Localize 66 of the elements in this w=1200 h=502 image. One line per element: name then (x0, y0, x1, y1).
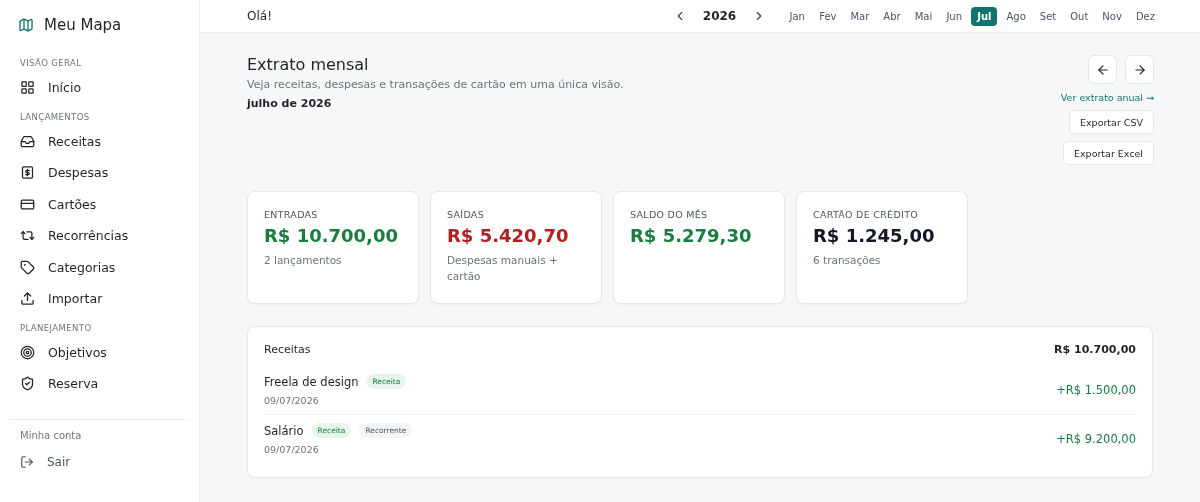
sidebar-item[interactable]: Receitas (10, 125, 111, 157)
month-tab[interactable]: Nov (1097, 6, 1127, 26)
logout-button[interactable]: Sair (10, 446, 81, 478)
card-label: SAÍDAS (447, 209, 485, 220)
sidebar-item[interactable]: Início (10, 72, 92, 104)
greeting: Olá! (247, 9, 272, 23)
sidebar-section-heading: LANÇAMENTOS (19, 111, 91, 122)
sidebar-section-heading: PLANEJAMENTO (19, 322, 93, 333)
page-title: Extrato mensal (247, 55, 370, 74)
month-tab[interactable]: Ago (1001, 6, 1031, 26)
export-button[interactable]: Exportar CSV (1069, 110, 1154, 134)
page-subtitle: Veja receitas, despesas e transações de cartão em uma única visão. (247, 78, 624, 91)
transaction-name: Salário (264, 423, 304, 438)
app-name: Meu Mapa (44, 16, 122, 34)
transaction-name: Freela de design (264, 374, 359, 389)
month-tab[interactable]: Jul (971, 6, 998, 26)
card-note: Despesas manuais + cartão (447, 253, 559, 284)
year: 2026 (702, 9, 737, 23)
shield-icon (20, 376, 35, 392)
transaction-date: 09/07/2026 (264, 444, 320, 455)
card-label: SALDO DO MÊS (630, 209, 709, 220)
transaction-amount: +R$ 1.500,00 (1056, 383, 1136, 397)
card-note: 2 lançamentos (264, 253, 343, 268)
sidebar-item[interactable]: Cartões (10, 188, 107, 220)
section-total: R$ 10.700,00 (1054, 343, 1136, 356)
card-value: R$ 1.245,00 (813, 225, 936, 246)
target-icon (20, 344, 35, 360)
card-note: 6 transações (813, 253, 882, 268)
transaction-date: 09/07/2026 (264, 395, 320, 406)
sidebar-item[interactable]: Recorrências (10, 220, 139, 252)
month-tab[interactable]: Mai (909, 6, 938, 26)
credit-card-icon (20, 196, 35, 212)
next-month-button[interactable] (1125, 55, 1154, 84)
month-tab[interactable]: Out (1065, 6, 1094, 26)
dollar-icon (20, 165, 35, 181)
sidebar-item[interactable]: Importar (10, 283, 113, 315)
previous-month-button[interactable] (1088, 55, 1117, 84)
sidebar-item[interactable]: Despesas (10, 157, 119, 189)
upload-icon (20, 291, 35, 307)
inbox-icon (20, 133, 35, 149)
tag-icon (20, 259, 35, 275)
account-heading: Minha conta (19, 429, 83, 441)
transaction-amount: +R$ 9.200,00 (1056, 432, 1136, 446)
month-tab[interactable]: Set (1034, 6, 1062, 26)
card-label: CARTÃO DE CRÉDITO (813, 209, 919, 220)
month-tab[interactable]: Mar (845, 6, 875, 26)
annual-statement-link[interactable]: Ver extrato anual → (1060, 92, 1154, 103)
sidebar-item[interactable]: Reserva (10, 368, 109, 400)
month-tab[interactable]: Abr (878, 6, 906, 26)
month-tab[interactable]: Fev (814, 6, 842, 26)
section-title: Receitas (264, 343, 311, 356)
map-icon (18, 17, 34, 33)
month-tab[interactable]: Jan (784, 6, 811, 26)
logout-icon (20, 455, 34, 470)
month-tab[interactable]: Jun (941, 6, 968, 26)
grid-icon (20, 80, 35, 96)
card-value: R$ 5.420,70 (447, 225, 570, 246)
month-tab[interactable]: Dez (1130, 6, 1160, 26)
export-button[interactable]: Exportar Excel (1063, 141, 1154, 165)
sidebar-section-heading: VISÃO GERAL (19, 58, 83, 68)
card-value: R$ 10.700,00 (264, 225, 399, 246)
sidebar-item[interactable]: Categorias (10, 251, 126, 283)
card-value: R$ 5.279,30 (630, 225, 753, 246)
card-label: ENTRADAS (264, 209, 319, 220)
period: julho de 2026 (247, 97, 333, 110)
sidebar-item[interactable]: Objetivos (10, 336, 117, 368)
